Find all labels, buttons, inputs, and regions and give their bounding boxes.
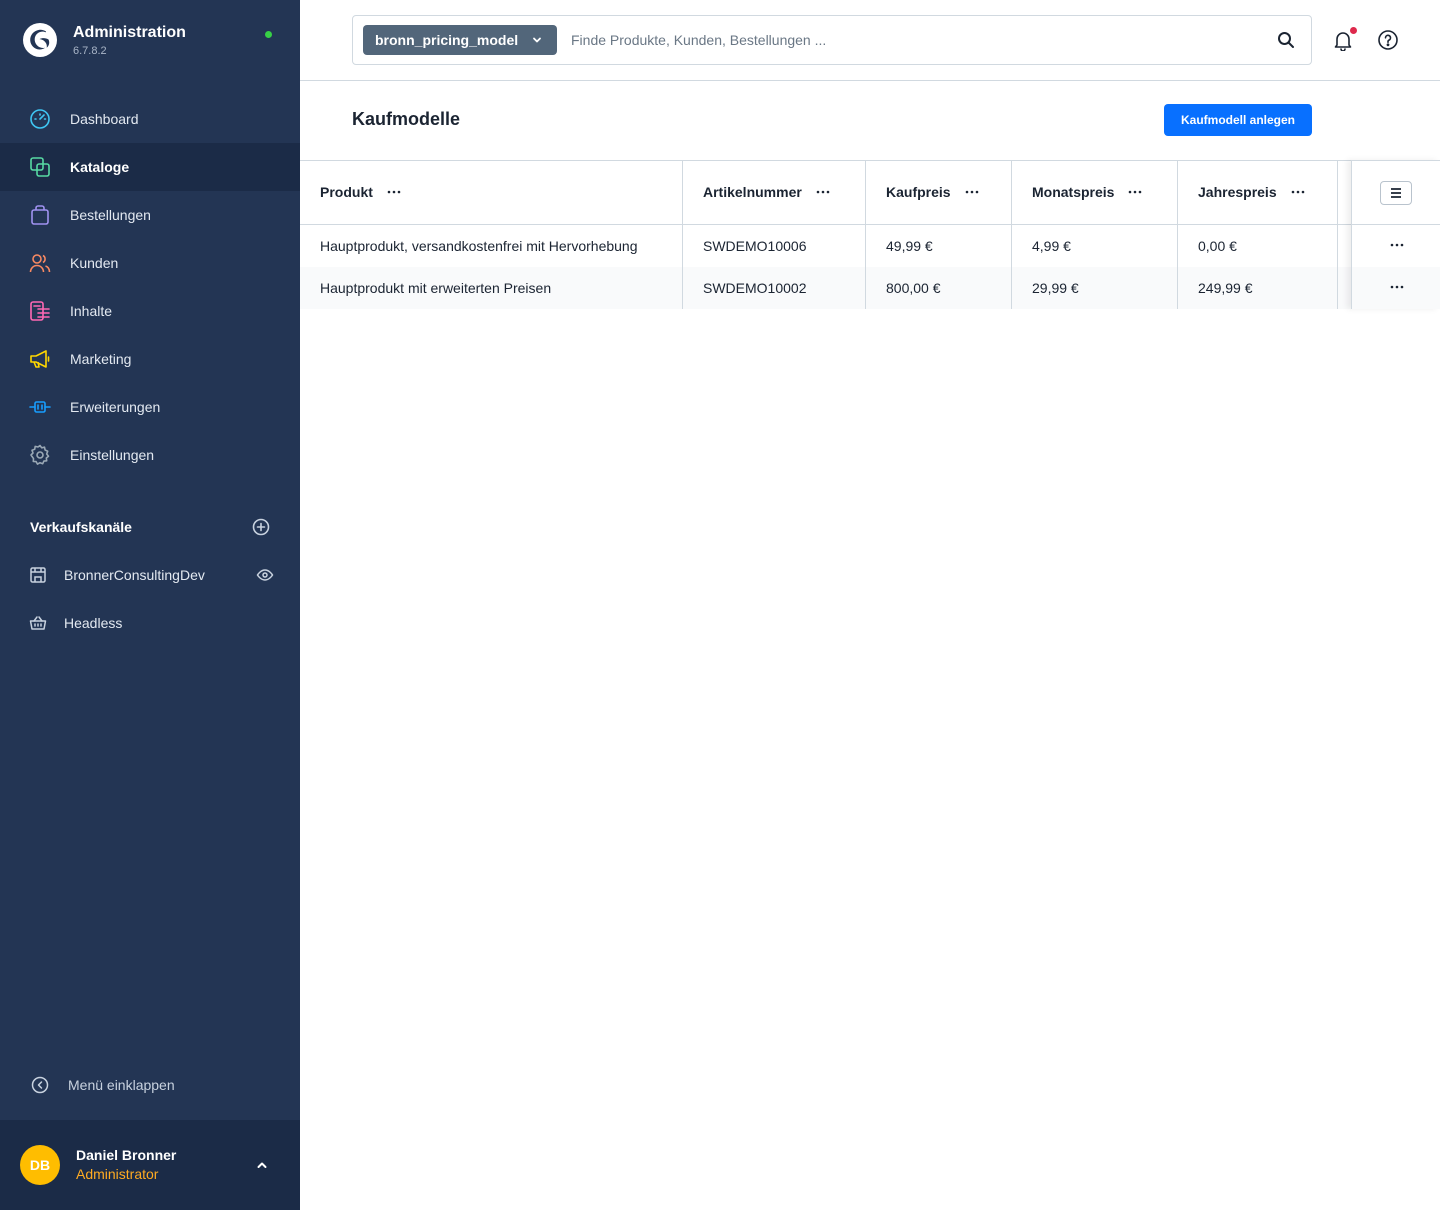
megaphone-icon xyxy=(29,348,51,370)
nav-item-erweiterungen[interactable]: Erweiterungen xyxy=(0,383,300,431)
cell-yearly-price: 249,99 € xyxy=(1198,280,1253,296)
add-sales-channel-icon[interactable] xyxy=(252,518,270,536)
main-navigation: Dashboard Kataloge Bestellungen Kunden I… xyxy=(0,95,300,479)
chevron-left-circle-icon xyxy=(31,1076,49,1094)
user-menu[interactable]: DB Daniel Bronner Administrator xyxy=(0,1120,300,1210)
nav-item-einstellungen[interactable]: Einstellungen xyxy=(0,431,300,479)
column-header-label: Jahrespreis xyxy=(1198,184,1277,200)
shopping-bag-icon xyxy=(29,204,51,226)
app-title: Administration xyxy=(73,24,186,41)
page-title: Kaufmodelle xyxy=(352,109,461,129)
column-header-label: Monatspreis xyxy=(1032,184,1115,200)
sidebar: Administration 6.7.8.2 Dashboard Katalog… xyxy=(0,0,300,1210)
sales-channel-item[interactable]: BronnerConsultingDev xyxy=(29,563,274,587)
menu-lines-icon xyxy=(1391,188,1401,198)
cell-product[interactable]: Hauptprodukt mit erweiterten Preisen xyxy=(320,280,551,296)
nav-label: Bestellungen xyxy=(70,207,151,223)
dashboard-icon xyxy=(29,108,51,130)
column-divider[interactable] xyxy=(1177,160,1178,309)
catalog-icon xyxy=(29,156,51,178)
column-divider[interactable] xyxy=(1011,160,1012,309)
sales-channel-label: Headless xyxy=(64,615,123,631)
column-divider[interactable] xyxy=(1337,160,1338,309)
nav-label: Dashboard xyxy=(70,111,139,127)
cell-price: 49,99 € xyxy=(886,238,933,254)
column-header-label: Artikelnummer xyxy=(703,184,802,200)
collapse-menu-label: Menü einklappen xyxy=(68,1077,175,1093)
nav-item-dashboard[interactable]: Dashboard xyxy=(0,95,300,143)
nav-label: Einstellungen xyxy=(70,447,155,463)
app-version: 6.7.8.2 xyxy=(73,45,107,57)
column-options-icon[interactable] xyxy=(387,190,401,194)
search-type-select[interactable]: bronn_pricing_model xyxy=(363,25,557,55)
collapse-menu-button[interactable]: Menü einklappen xyxy=(31,1076,175,1094)
nav-item-marketing[interactable]: Marketing xyxy=(0,335,300,383)
search-input[interactable] xyxy=(571,29,1261,51)
notification-badge xyxy=(1350,27,1357,34)
cell-article-number: SWDEMO10002 xyxy=(703,280,807,296)
cell-monthly-price: 29,99 € xyxy=(1032,280,1079,296)
basket-icon xyxy=(29,616,47,630)
column-options-icon[interactable] xyxy=(965,190,979,194)
nav-label: Kunden xyxy=(70,255,119,271)
column-header-price[interactable]: Kaufpreis xyxy=(886,184,979,200)
column-divider[interactable] xyxy=(865,160,866,309)
table-row[interactable]: Hauptprodukt, versandkostenfrei mit Herv… xyxy=(300,225,1440,267)
nav-label: Erweiterungen xyxy=(70,399,161,415)
column-header-label: Kaufpreis xyxy=(886,184,951,200)
top-bar: bronn_pricing_model xyxy=(300,0,1440,81)
column-options-icon[interactable] xyxy=(1291,190,1305,194)
chevron-down-icon xyxy=(533,37,541,43)
row-actions-icon[interactable] xyxy=(1390,280,1404,299)
column-header-monthly-price[interactable]: Monatspreis xyxy=(1032,184,1142,200)
user-name: Daniel Bronner xyxy=(76,1147,177,1163)
online-status-indicator xyxy=(265,31,272,38)
sales-channel-label: BronnerConsultingDev xyxy=(64,567,205,583)
nav-label: Marketing xyxy=(70,351,132,367)
search-type-label: bronn_pricing_model xyxy=(375,32,519,48)
sales-channel-item[interactable]: Headless xyxy=(29,611,274,635)
nav-item-kataloge[interactable]: Kataloge xyxy=(0,143,300,191)
create-pricing-model-button[interactable]: Kaufmodell anlegen xyxy=(1164,104,1312,136)
cell-product[interactable]: Hauptprodukt, versandkostenfrei mit Herv… xyxy=(320,238,638,254)
brand[interactable]: Administration 6.7.8.2 xyxy=(22,22,186,58)
column-header-article-number[interactable]: Artikelnummer xyxy=(703,184,830,200)
nav-label: Inhalte xyxy=(70,303,113,319)
search-icon[interactable] xyxy=(1277,31,1295,49)
nav-item-inhalte[interactable]: Inhalte xyxy=(0,287,300,335)
sales-channels-title: Verkaufskanäle xyxy=(30,519,132,535)
nav-item-bestellungen[interactable]: Bestellungen xyxy=(0,191,300,239)
cell-yearly-price: 0,00 € xyxy=(1198,238,1237,254)
eye-icon[interactable] xyxy=(256,566,274,584)
help-icon[interactable] xyxy=(1377,29,1399,51)
storefront-icon xyxy=(30,567,46,583)
cell-monthly-price: 4,99 € xyxy=(1032,238,1071,254)
plug-icon xyxy=(29,396,51,418)
column-header-yearly-price[interactable]: Jahrespreis xyxy=(1198,184,1305,200)
grid-settings-button[interactable] xyxy=(1380,181,1412,205)
global-search: bronn_pricing_model xyxy=(352,15,1312,65)
nav-item-kunden[interactable]: Kunden xyxy=(0,239,300,287)
shopware-logo-icon xyxy=(23,23,57,57)
content-icon xyxy=(29,300,51,322)
column-divider[interactable] xyxy=(682,160,683,309)
cell-price: 800,00 € xyxy=(886,280,941,296)
cell-article-number: SWDEMO10006 xyxy=(703,238,807,254)
nav-label: Kataloge xyxy=(70,159,130,175)
sales-channels-header: Verkaufskanäle xyxy=(30,518,270,536)
column-header-label: Produkt xyxy=(320,184,373,200)
gear-icon xyxy=(29,444,51,466)
chevron-up-icon[interactable] xyxy=(255,1158,269,1172)
row-actions-icon[interactable] xyxy=(1390,238,1404,257)
column-header-product[interactable]: Produkt xyxy=(320,184,401,200)
customers-icon xyxy=(29,252,51,274)
table-row[interactable]: Hauptprodukt mit erweiterten Preisen SWD… xyxy=(300,267,1440,309)
avatar: DB xyxy=(20,1145,60,1185)
column-options-icon[interactable] xyxy=(1128,190,1142,194)
column-options-icon[interactable] xyxy=(816,190,830,194)
user-role: Administrator xyxy=(76,1166,159,1182)
